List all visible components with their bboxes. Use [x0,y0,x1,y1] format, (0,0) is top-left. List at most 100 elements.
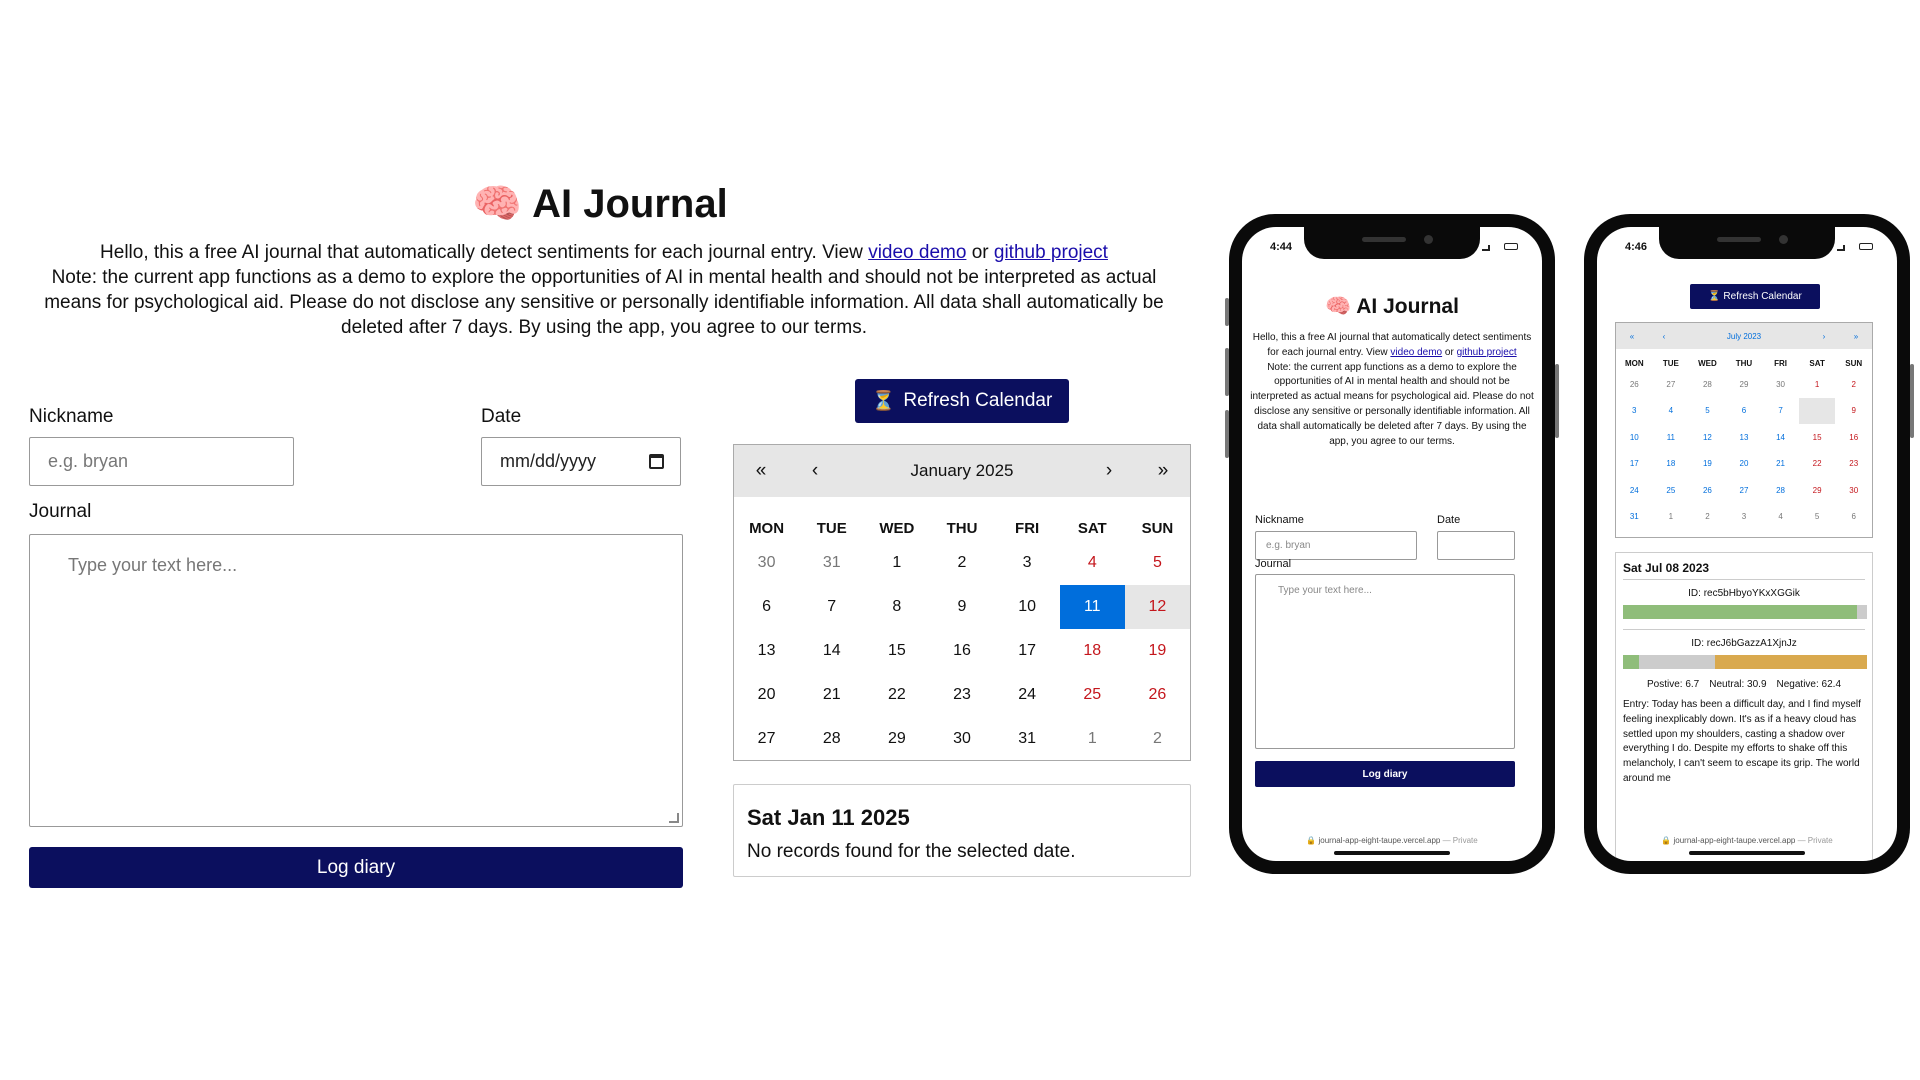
calendar-day[interactable]: 19 [1689,451,1726,478]
calendar-day[interactable]: 26 [1689,477,1726,504]
calendar-day[interactable]: 5 [1125,541,1190,585]
calendar-day[interactable]: 6 [734,585,799,629]
resize-handle-icon[interactable] [669,813,679,823]
calendar-day[interactable]: 23 [929,673,994,717]
calendar-day[interactable]: 2 [1125,717,1190,761]
calendar-day[interactable]: 16 [1835,424,1872,451]
calendar-day[interactable]: 20 [1726,451,1763,478]
calendar-day[interactable]: 11 [1059,585,1125,629]
calendar-day[interactable]: 8 [1798,397,1836,424]
browser-url-bar[interactable]: 🔒 journal-app-eight-taupe.vercel.app — P… [1597,836,1897,845]
calendar-day[interactable]: 23 [1835,451,1872,478]
calendar-day[interactable]: 25 [1653,477,1690,504]
calendar-day[interactable]: 2 [1835,371,1872,398]
calendar-day[interactable]: 24 [1616,477,1653,504]
calendar-day[interactable]: 26 [1125,673,1190,717]
date-input[interactable] [1437,531,1515,560]
calendar-day[interactable]: 2 [1689,504,1726,531]
calendar-day[interactable]: 17 [995,629,1060,673]
calendar-day[interactable]: 26 [1616,371,1653,398]
journal-textarea[interactable]: Type your text here... [1255,574,1515,749]
calendar-day[interactable]: 19 [1125,629,1190,673]
calendar-day[interactable]: 28 [1762,477,1799,504]
calendar-day[interactable]: 1 [1799,371,1836,398]
calendar-day[interactable]: 7 [1762,398,1799,425]
calendar-day[interactable]: 30 [1762,371,1799,398]
calendar-day[interactable]: 27 [734,717,799,761]
refresh-calendar-button[interactable]: ⏳ Refresh Calendar [1690,284,1820,309]
calendar-day[interactable]: 30 [1835,477,1872,504]
prev-month-button[interactable]: ‹ [788,460,842,482]
calendar-day[interactable]: 5 [1799,504,1836,531]
calendar-day[interactable]: 20 [734,673,799,717]
calendar-day[interactable]: 11 [1653,424,1690,451]
prev-year-button[interactable]: « [734,460,788,482]
log-diary-button[interactable]: Log diary [1255,761,1515,787]
next-month-button[interactable]: › [1808,332,1840,341]
calendar-day[interactable]: 31 [799,541,864,585]
journal-textarea[interactable]: Type your text here... [29,534,683,827]
prev-year-button[interactable]: « [1616,332,1648,341]
calendar-month-label[interactable]: January 2025 [842,461,1082,481]
calendar-day[interactable]: 13 [1726,424,1763,451]
calendar-day[interactable]: 30 [929,717,994,761]
next-year-button[interactable]: » [1136,460,1190,482]
nickname-input[interactable]: e.g. bryan [1255,531,1417,560]
calendar-day[interactable]: 12 [1689,424,1726,451]
calendar-day[interactable]: 14 [1762,424,1799,451]
calendar-day[interactable]: 8 [864,585,929,629]
calendar-day[interactable]: 22 [864,673,929,717]
github-project-link[interactable]: github project [994,242,1108,263]
calendar-day[interactable]: 3 [995,541,1060,585]
prev-month-button[interactable]: ‹ [1648,332,1680,341]
calendar-day[interactable]: 27 [1653,371,1690,398]
calendar-day[interactable]: 25 [1060,673,1125,717]
calendar-day[interactable]: 3 [1726,504,1763,531]
calendar-day[interactable]: 4 [1060,541,1125,585]
next-month-button[interactable]: › [1082,460,1136,482]
calendar-day[interactable]: 28 [1689,371,1726,398]
calendar-day[interactable]: 28 [799,717,864,761]
calendar-day[interactable]: 22 [1799,451,1836,478]
nickname-input[interactable]: e.g. bryan [29,437,294,486]
calendar-day[interactable]: 15 [864,629,929,673]
calendar-day[interactable]: 16 [929,629,994,673]
calendar-day[interactable]: 2 [929,541,994,585]
calendar-day[interactable]: 1 [1060,717,1125,761]
calendar-day[interactable]: 6 [1835,504,1872,531]
calendar-icon[interactable] [649,454,664,469]
calendar-day[interactable]: 29 [1726,371,1763,398]
calendar-day[interactable]: 4 [1653,398,1690,425]
calendar-day[interactable]: 13 [734,629,799,673]
calendar-day[interactable]: 1 [1653,504,1690,531]
video-demo-link[interactable]: video demo [868,242,966,263]
calendar-day[interactable]: 21 [799,673,864,717]
calendar-day[interactable]: 10 [1616,424,1653,451]
calendar-day[interactable]: 9 [1835,398,1872,425]
calendar-day[interactable]: 21 [1762,451,1799,478]
calendar-day[interactable]: 30 [734,541,799,585]
calendar-day[interactable]: 12 [1124,585,1190,629]
calendar-day[interactable]: 29 [1799,477,1836,504]
calendar-day[interactable]: 4 [1762,504,1799,531]
video-demo-link[interactable]: video demo [1390,347,1442,358]
calendar-day[interactable]: 3 [1616,398,1653,425]
calendar-day[interactable]: 18 [1653,451,1690,478]
date-input[interactable]: mm/dd/yyyy [481,437,681,486]
calendar-day[interactable]: 6 [1726,398,1763,425]
calendar-day[interactable]: 9 [929,585,994,629]
calendar-day[interactable]: 27 [1726,477,1763,504]
log-diary-button[interactable]: Log diary [29,847,683,888]
github-project-link[interactable]: github project [1457,347,1517,358]
calendar-day[interactable]: 31 [995,717,1060,761]
calendar-day[interactable]: 17 [1616,451,1653,478]
next-year-button[interactable]: » [1840,332,1872,341]
calendar-day[interactable]: 31 [1616,504,1653,531]
calendar-day[interactable]: 5 [1689,398,1726,425]
browser-url-bar[interactable]: 🔒 journal-app-eight-taupe.vercel.app — P… [1242,836,1542,845]
calendar-day[interactable]: 29 [864,717,929,761]
refresh-calendar-button[interactable]: ⏳ Refresh Calendar [855,379,1069,423]
calendar-month-label[interactable]: July 2023 [1680,332,1808,341]
calendar-day[interactable]: 14 [799,629,864,673]
calendar-day[interactable]: 24 [995,673,1060,717]
